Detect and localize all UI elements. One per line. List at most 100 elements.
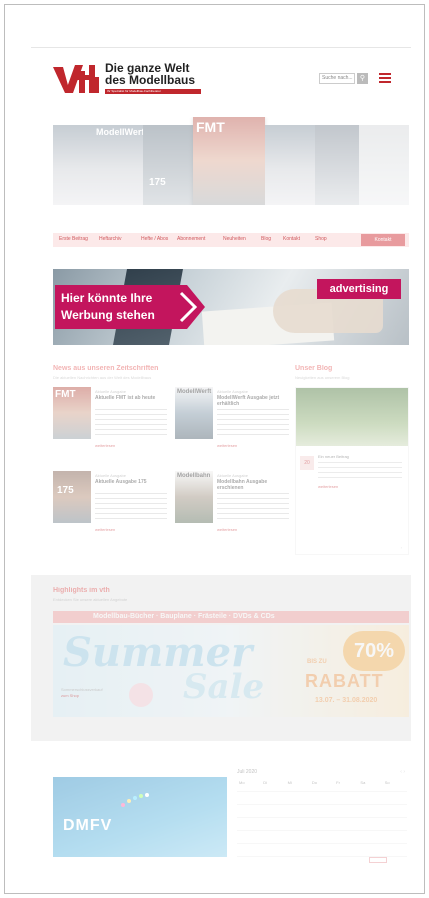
banner-headline-line1: Hier könnte Ihre xyxy=(61,291,153,305)
calendar-cell[interactable] xyxy=(382,818,407,831)
calendar-month: Juli 2020 xyxy=(237,769,258,775)
calendar-cell[interactable] xyxy=(285,818,310,831)
blog-card[interactable]: 20 Ein neuer Beitrag weiterlesen › xyxy=(295,387,409,555)
nav-item[interactable]: Abonnement xyxy=(177,236,205,242)
calendar-button[interactable] xyxy=(369,857,387,863)
calendar-cell[interactable] xyxy=(261,831,286,844)
calendar-cell[interactable] xyxy=(309,792,335,805)
calendar-day-header: Mi xyxy=(285,779,310,792)
calendar-cell[interactable] xyxy=(261,818,286,831)
news-card-title[interactable]: Aktuelle Ausgabe 175 xyxy=(95,479,169,485)
news-card-cover: FMT xyxy=(53,387,91,439)
calendar-cell[interactable] xyxy=(334,818,359,831)
nav-item[interactable]: Kontakt xyxy=(283,236,300,242)
calendar-cell[interactable] xyxy=(382,844,407,857)
news-card-title[interactable]: ModellWerft Ausgabe jetzt erhältlich xyxy=(217,395,291,407)
news-card-cover: ModellWerft xyxy=(175,387,213,439)
news-card[interactable]: FMT Aktuelle Ausgabe Aktuelle FMT ist ab… xyxy=(53,387,171,461)
highlights-category-bar[interactable]: Modellbau-Bücher · Bauplane · Frästeile … xyxy=(53,611,409,623)
calendar-cell[interactable] xyxy=(382,805,407,818)
blog-footer: › xyxy=(400,545,402,550)
calendar-cell[interactable] xyxy=(358,831,383,844)
highlight-card-label: Sommerschlussverkauf xyxy=(61,687,103,692)
dmfv-dots-icon xyxy=(121,793,149,807)
calendar-cell[interactable] xyxy=(334,844,359,857)
read-more-link[interactable]: weiterlesen xyxy=(318,484,338,489)
sale-percent-badge: 70% xyxy=(343,631,405,671)
calendar-cell[interactable] xyxy=(309,844,335,857)
calendar-cell[interactable] xyxy=(285,831,310,844)
search-input[interactable]: Suche nach... xyxy=(319,73,355,84)
calendar-cell[interactable] xyxy=(334,831,359,844)
nav-contact-button[interactable]: Kontakt xyxy=(361,234,405,246)
calendar-cell[interactable] xyxy=(237,818,262,831)
read-more-link[interactable]: weiterlesen xyxy=(95,527,115,532)
news-card-cover: 175 xyxy=(53,471,91,523)
menu-icon xyxy=(379,73,391,75)
news-card[interactable]: 175 Aktuelle Ausgabe Aktuelle Ausgabe 17… xyxy=(53,471,171,545)
calendar-cell[interactable] xyxy=(261,844,286,857)
calendar-cell[interactable] xyxy=(358,805,383,818)
calendar-cell[interactable] xyxy=(285,805,310,818)
nav-item[interactable]: Blog xyxy=(261,236,271,242)
chevron-right-icon xyxy=(175,285,205,329)
nav-item[interactable]: Shop xyxy=(315,236,327,242)
calendar-nav-arrows[interactable]: ‹ › xyxy=(400,769,405,775)
calendar-cell[interactable] xyxy=(309,805,335,818)
calendar-cell[interactable] xyxy=(358,844,383,857)
calendar-cell[interactable] xyxy=(285,844,310,857)
magazine-title: FMT xyxy=(196,119,225,135)
read-more-link[interactable]: weiterlesen xyxy=(95,443,115,448)
news-card[interactable]: ModellWerft Aktuelle Ausgabe ModellWerft… xyxy=(175,387,293,461)
calendar-cell[interactable] xyxy=(237,831,262,844)
calendar-day-header: Fr xyxy=(334,779,359,792)
highlights-subtitle: Entdecken Sie unsere aktuellen Angebote xyxy=(53,597,128,602)
summer-sale-banner[interactable]: Summer Sale 70% BIS ZU RABATT 13.07. – 3… xyxy=(53,625,409,717)
flower-icon xyxy=(129,683,153,707)
calendar-cell[interactable] xyxy=(309,831,335,844)
news-card-title[interactable]: Modellbahn Ausgabe erschienen xyxy=(217,479,291,491)
calendar-cell[interactable] xyxy=(309,818,335,831)
calendar-cell[interactable] xyxy=(334,792,359,805)
blog-title: Unser Blog xyxy=(295,365,333,372)
calendar-cell[interactable] xyxy=(382,792,407,805)
read-more-link[interactable]: weiterlesen xyxy=(217,527,237,532)
blog-post-title[interactable]: Ein neuer Beitrag xyxy=(318,454,404,460)
hero-magazine-slider[interactable]: ModellWerft 175 FMT xyxy=(53,117,409,205)
search-button[interactable]: ⚲ xyxy=(357,73,368,84)
calendar-day-header: So xyxy=(382,779,407,792)
news-subtitle: Die aktuellen Nachrichten aus der Welt d… xyxy=(53,375,152,380)
advertising-banner[interactable]: Hier könnte Ihre Werbung stehen advertis… xyxy=(53,269,409,345)
vth-logo-icon xyxy=(53,65,99,93)
nav-item[interactable]: Heftarchiv xyxy=(99,236,122,242)
calendar-day-header: Sa xyxy=(358,779,383,792)
calendar-cell[interactable] xyxy=(261,792,286,805)
calendar-cell[interactable] xyxy=(382,831,407,844)
calendar-cell[interactable] xyxy=(237,805,262,818)
blog-date-badge: 20 xyxy=(300,456,314,470)
highlight-card-link[interactable]: zum Shop xyxy=(61,693,79,698)
news-card-excerpt xyxy=(95,493,167,519)
site-logo[interactable]: Die ganze Welt des Modellbaus Ihr Spezia… xyxy=(53,59,203,99)
nav-item[interactable]: Erste Beitrag xyxy=(59,236,88,242)
banner-headline: Hier könnte Ihre Werbung stehen xyxy=(55,285,181,329)
blog-subtitle: Neuigkeiten aus unserem Blog xyxy=(295,375,350,380)
read-more-link[interactable]: weiterlesen xyxy=(217,443,237,448)
calendar-cell[interactable] xyxy=(237,844,262,857)
top-divider xyxy=(31,47,411,48)
calendar-cell[interactable] xyxy=(334,805,359,818)
magazine-cover xyxy=(53,125,93,205)
calendar-cell[interactable] xyxy=(261,805,286,818)
dmfv-partner-logo[interactable]: DMFV xyxy=(53,777,227,857)
magazine-cover-featured[interactable]: FMT xyxy=(193,117,265,205)
hamburger-menu-button[interactable] xyxy=(379,73,391,84)
calendar-cell[interactable] xyxy=(358,818,383,831)
calendar-cell[interactable] xyxy=(285,792,310,805)
event-calendar: Juli 2020 ‹ › Mo Di Mi Do Fr Sa So xyxy=(235,769,409,865)
news-card[interactable]: Modellbahn Aktuelle Ausgabe Modellbahn A… xyxy=(175,471,293,545)
nav-item[interactable]: Neuheiten xyxy=(223,236,246,242)
news-card-title[interactable]: Aktuelle FMT ist ab heute xyxy=(95,395,169,401)
nav-item[interactable]: Hefte / Abos xyxy=(141,236,168,242)
calendar-cell[interactable] xyxy=(237,792,262,805)
calendar-cell[interactable] xyxy=(358,792,383,805)
